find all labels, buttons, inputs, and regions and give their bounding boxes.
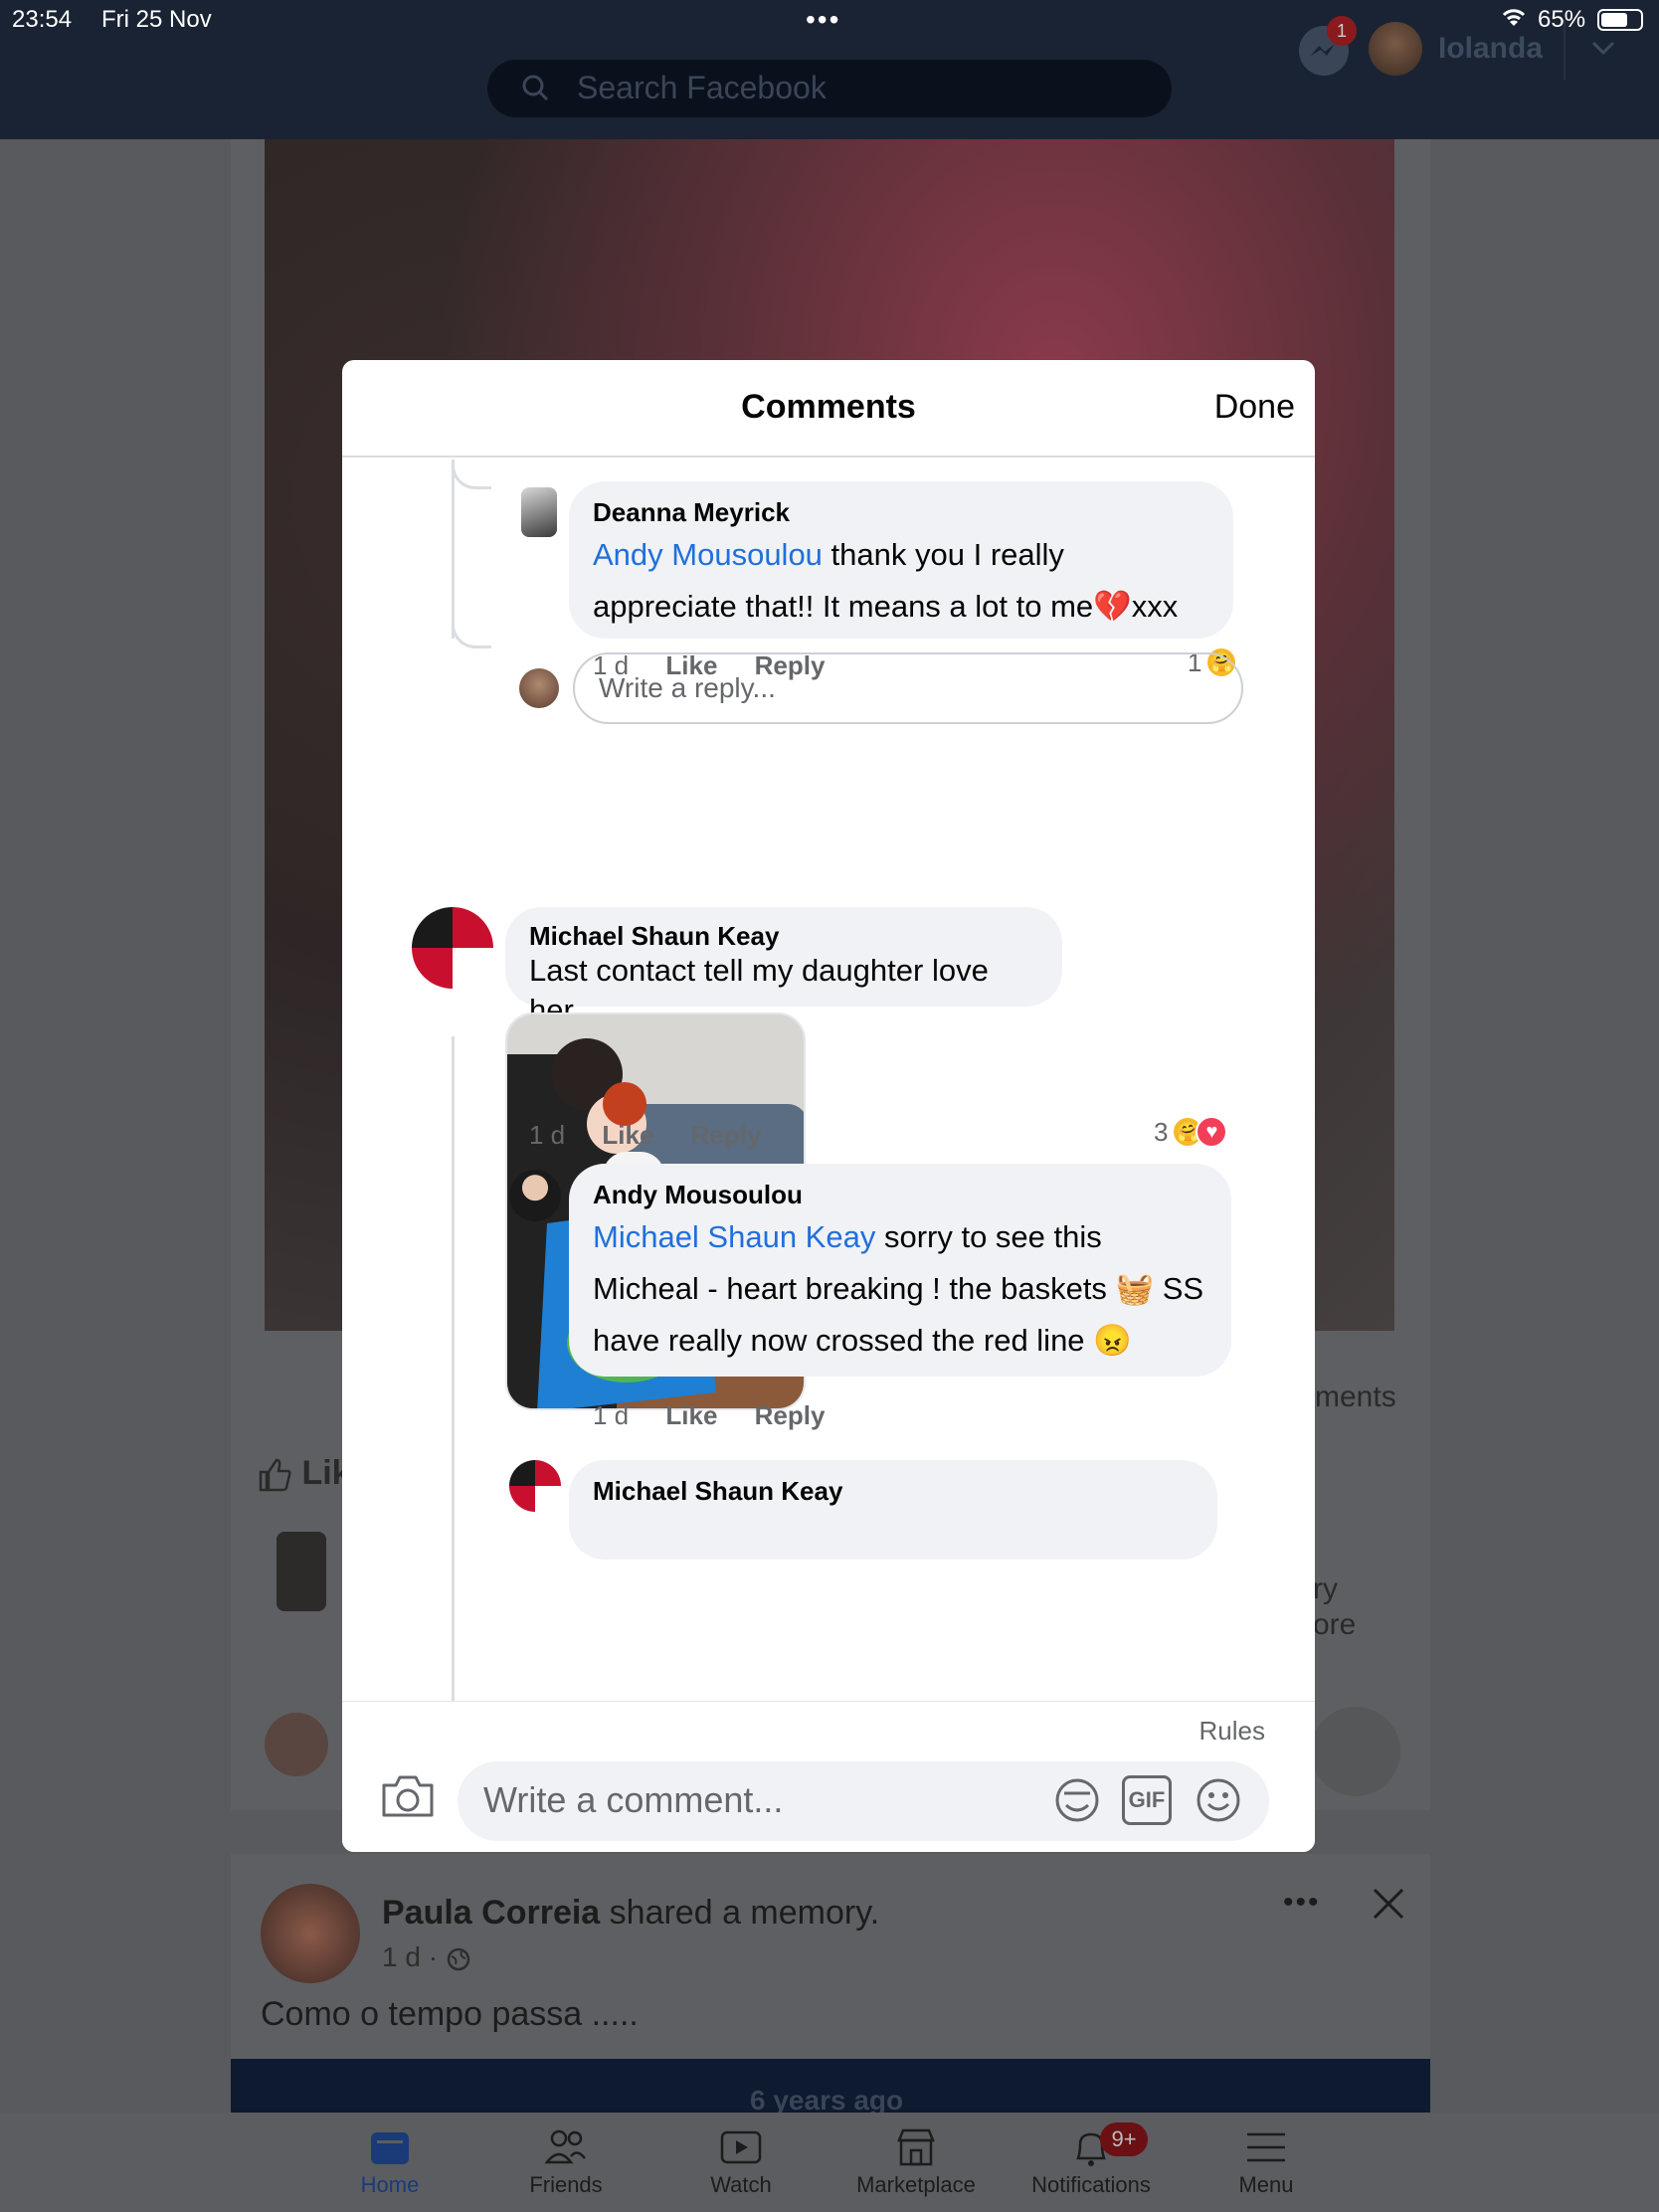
avatar[interactable] xyxy=(412,907,493,989)
profile-name[interactable]: Iolanda xyxy=(1438,32,1543,66)
comment-author[interactable]: Michael Shaun Keay xyxy=(593,1474,1194,1508)
status-time: 23:54 xyxy=(12,6,73,33)
reaction-count: 3 xyxy=(1154,1116,1169,1147)
memory-meta: 1 d · xyxy=(382,1941,471,1973)
tab-notifications[interactable]: Notifications xyxy=(1002,2126,1181,2198)
search-bar[interactable]: Search Facebook xyxy=(487,60,1172,117)
mention-link[interactable]: Andy Mousoulou xyxy=(593,537,823,572)
mention-link[interactable]: Michael Shaun Keay xyxy=(593,1219,875,1254)
tab-friends[interactable]: Friends xyxy=(476,2126,655,2198)
comment-input[interactable]: Write a comment... GIF xyxy=(458,1761,1269,1841)
emoji-icon[interactable] xyxy=(1311,1707,1400,1796)
emoji-icon[interactable] xyxy=(1194,1775,1243,1825)
avatar xyxy=(519,668,559,708)
home-icon xyxy=(371,2132,409,2164)
tab-label: Marketplace xyxy=(856,2172,976,2197)
post-comments-count[interactable]: ments xyxy=(1315,1381,1396,1414)
battery-percent: 65% xyxy=(1538,6,1586,33)
comment-bubble: Michael Shaun Keay Last contact tell my … xyxy=(505,907,1062,1027)
reactions-summary[interactable]: 3 🤗 ♥ xyxy=(1154,1116,1228,1148)
like-button[interactable]: Like xyxy=(665,1400,717,1430)
avatar[interactable] xyxy=(509,1460,561,1512)
memory-author[interactable]: Paula Correia xyxy=(382,1894,600,1932)
messenger-badge: 1 xyxy=(1327,16,1357,46)
comment-composer: Rules Write a comment... GIF xyxy=(342,1701,1315,1852)
status-date: Fri 25 Nov xyxy=(101,6,212,33)
comment-text: Andy Mousoulou thank you I really apprec… xyxy=(593,537,1179,624)
comment-author[interactable]: Michael Shaun Keay xyxy=(529,921,1038,951)
comment-author[interactable]: Deanna Meyrick xyxy=(593,495,1209,529)
avatar-sticker-icon[interactable] xyxy=(1052,1775,1102,1825)
avatar xyxy=(276,1532,326,1611)
memory-text: Como o tempo passa ..... xyxy=(261,1995,639,2033)
comment-actions: 1 d Like Reply xyxy=(529,1120,791,1151)
gif-icon[interactable]: GIF xyxy=(1122,1775,1172,1825)
reply-placeholder: Write a reply... xyxy=(599,672,776,703)
notifications-badge: 9+ xyxy=(1100,2122,1148,2156)
close-icon[interactable] xyxy=(1371,1886,1406,1922)
comment-actions: 1 d Like Reply xyxy=(593,1400,854,1431)
tab-menu[interactable]: Menu xyxy=(1177,2126,1356,2198)
tab-label: Watch xyxy=(710,2172,772,2197)
watch-icon xyxy=(720,2130,762,2164)
menu-icon xyxy=(1247,2132,1285,2162)
reply-input[interactable]: Write a reply... xyxy=(573,652,1243,724)
search-icon xyxy=(522,75,549,101)
wifi-icon xyxy=(1500,6,1528,35)
thread-line xyxy=(452,619,491,648)
comment-author[interactable]: Andy Mousoulou xyxy=(593,1178,1207,1211)
tab-label: Friends xyxy=(529,2172,603,2197)
globe-icon xyxy=(447,1947,470,1970)
comment-time: 1 d xyxy=(529,1120,566,1150)
reply-button[interactable]: Reply xyxy=(691,1120,762,1150)
avatar[interactable] xyxy=(509,1170,561,1221)
modal-header: Comments Done xyxy=(342,360,1315,458)
love-reaction-icon: ♥ xyxy=(1196,1116,1228,1148)
tab-home[interactable]: Home xyxy=(300,2126,479,2198)
memory-post-header: Paula Correia shared a memory. xyxy=(382,1894,879,1933)
tab-label: Menu xyxy=(1238,2172,1294,2197)
marketplace-icon xyxy=(897,2128,935,2166)
top-divider xyxy=(1564,20,1566,80)
like-button[interactable]: Like xyxy=(602,1120,653,1150)
tab-watch[interactable]: Watch xyxy=(651,2126,830,2198)
chevron-down-icon[interactable] xyxy=(1589,34,1617,62)
battery-icon xyxy=(1597,9,1643,31)
tab-label: Notifications xyxy=(1031,2172,1151,2197)
search-placeholder: Search Facebook xyxy=(577,70,827,105)
thread-line xyxy=(452,460,491,489)
comment-bubble: Andy Mousoulou Michael Shaun Keay sorry … xyxy=(569,1164,1231,1377)
tab-label: Home xyxy=(360,2172,420,2197)
more-options-icon[interactable]: ••• xyxy=(1283,1886,1321,1920)
comment-text: Michael Shaun Keay sorry to see this Mic… xyxy=(593,1219,1204,1358)
reply-button[interactable]: Reply xyxy=(755,1400,826,1430)
comment-time: 1 d xyxy=(593,1400,630,1430)
avatar[interactable] xyxy=(261,1884,360,1983)
multitask-dots[interactable]: ••• xyxy=(806,4,840,36)
rules-link[interactable]: Rules xyxy=(1199,1716,1265,1747)
background-comment-text: ry ore xyxy=(1313,1572,1357,1641)
post-like-button[interactable]: Lik xyxy=(257,1454,351,1493)
thumbs-up-icon xyxy=(259,1458,291,1492)
profile-avatar[interactable] xyxy=(1369,22,1422,76)
comments-list[interactable]: Deanna Meyrick Andy Mousoulou thank you … xyxy=(342,460,1315,1701)
comments-modal: Comments Done Deanna Meyrick Andy Mousou… xyxy=(342,360,1315,1852)
memory-action: shared a memory. xyxy=(600,1894,880,1932)
tab-marketplace[interactable]: Marketplace xyxy=(827,2126,1006,2198)
camera-icon[interactable] xyxy=(380,1771,436,1821)
avatar xyxy=(265,1713,328,1776)
done-button[interactable]: Done xyxy=(1214,388,1295,427)
modal-title: Comments xyxy=(741,388,916,426)
thread-line xyxy=(452,1036,455,1701)
avatar[interactable] xyxy=(521,487,557,537)
comment-placeholder: Write a comment... xyxy=(483,1779,784,1820)
comment-bubble: Deanna Meyrick Andy Mousoulou thank you … xyxy=(569,481,1233,639)
comment-bubble: Michael Shaun Keay xyxy=(569,1460,1217,1560)
friends-icon xyxy=(544,2129,586,2164)
